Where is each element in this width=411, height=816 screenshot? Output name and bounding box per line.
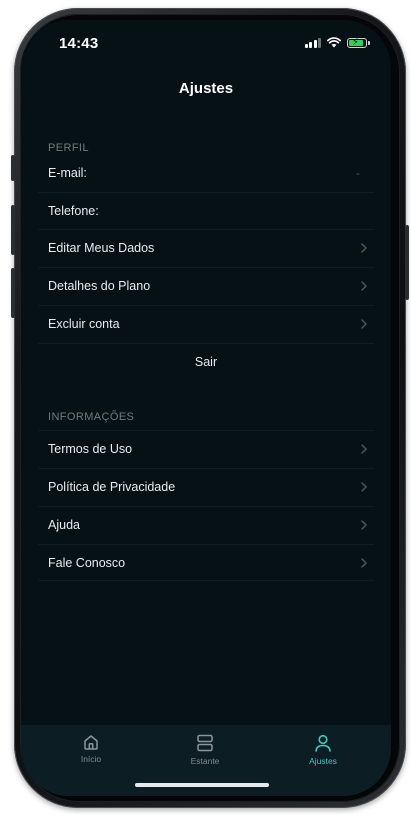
row-terms-label: Termos de Uso [48,442,133,456]
wifi-icon [327,37,341,48]
section-header-perfil: PERFIL [48,142,89,154]
status-time: 14:43 [59,35,99,52]
chevron-right-icon [361,444,367,454]
battery-icon: ⚡ [347,36,370,48]
row-email-label: E-mail: [48,166,87,180]
tab-home[interactable]: Início [51,733,131,773]
tab-shelf-label: Estante [190,756,220,766]
row-privacy-label: Política de Privacidade [48,480,176,494]
chevron-right-icon [361,482,367,492]
chevron-right-icon [361,319,367,329]
tab-home-label: Início [80,754,102,764]
row-email-value: - [356,166,360,180]
row-privacy[interactable]: Política de Privacidade [38,468,374,505]
home-indicator[interactable] [135,783,269,787]
row-contact-label: Fale Conosco [48,556,126,570]
user-icon [315,734,331,752]
tab-settings[interactable]: Ajustes [283,733,363,773]
tab-settings-label: Ajustes [309,756,337,766]
volume-up-button [11,205,15,255]
row-plan-details[interactable]: Detalhes do Plano [38,267,374,304]
section-header-informacoes: INFORMAÇÕES [48,411,135,423]
chevron-right-icon [361,243,367,253]
chevron-right-icon [361,558,367,568]
charging-bolt-icon: ⚡ [352,36,360,48]
shelf-icon [197,734,213,752]
logout-label: Sair [194,355,218,369]
row-edit-my-data-label: Editar Meus Dados [48,241,155,255]
battery-terminal [368,40,370,45]
tab-shelf[interactable]: Estante [165,733,245,773]
row-terms[interactable]: Termos de Uso [38,430,374,467]
row-delete-account-label: Excluir conta [48,317,120,331]
row-phone-label: Telefone: [48,204,99,218]
row-contact[interactable]: Fale Conosco [38,544,374,581]
row-edit-my-data[interactable]: Editar Meus Dados [38,229,374,266]
row-email: E-mail: - [38,155,374,192]
row-plan-details-label: Detalhes do Plano [48,279,151,293]
logout-button[interactable]: Sair [38,343,374,380]
volume-down-button [11,268,15,318]
app-screen: 14:43 ⚡ Ajustes PERFIL E-mail: - Telefon… [21,20,391,796]
row-delete-account[interactable]: Excluir conta [38,305,374,342]
chevron-right-icon [361,520,367,530]
row-phone: Telefone: [38,192,374,229]
row-help-label: Ajuda [48,518,80,532]
status-bar: 14:43 ⚡ [21,20,391,64]
mute-switch [11,155,15,181]
row-help[interactable]: Ajuda [38,506,374,543]
page-title: Ajustes [178,80,234,97]
status-icons: ⚡ [304,36,370,48]
power-button [405,225,409,300]
cellular-signal-icon [304,37,321,48]
chevron-right-icon [361,281,367,291]
screenshot-stage: 14:43 ⚡ Ajustes PERFIL E-mail: - Telefon… [0,0,411,816]
house-icon [84,735,98,750]
